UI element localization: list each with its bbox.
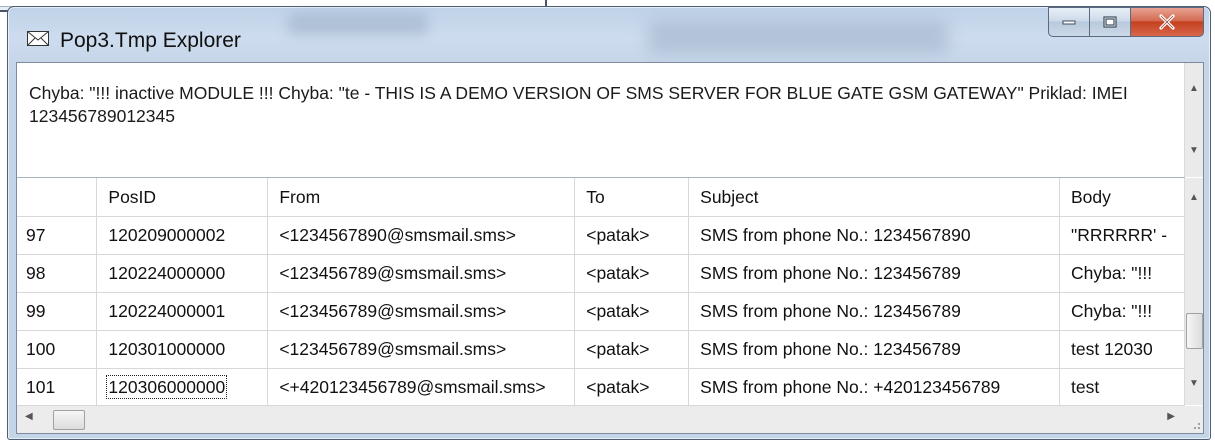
table-row-selected[interactable]: 101 120306000000 <+420123456789@smsmail.…	[17, 368, 1185, 405]
cell-from[interactable]: <+420123456789@smsmail.sms>	[267, 368, 576, 405]
table-row[interactable]: 100 120301000000 <123456789@smsmail.sms>…	[17, 330, 1185, 369]
scroll-down-arrow-icon[interactable]: ▼	[1185, 374, 1203, 392]
grid-header-row: PosID From To Subject Body	[17, 178, 1185, 217]
focused-cell-text: 120306000000	[106, 375, 228, 399]
envelope-icon	[27, 31, 49, 46]
cell-posid-focused[interactable]: 120306000000	[96, 368, 269, 405]
column-header-body[interactable]: Body	[1059, 178, 1185, 217]
row-number[interactable]: 98	[17, 254, 98, 293]
resize-grip-icon[interactable]	[1185, 406, 1203, 433]
cell-posid[interactable]: 120301000000	[96, 330, 269, 369]
messages-grid: PosID From To Subject Body 97 1202090000…	[17, 178, 1185, 405]
scroll-down-arrow-icon[interactable]: ▼	[1185, 141, 1203, 159]
horizontal-scroll-thumb[interactable]	[53, 410, 85, 430]
cell-from[interactable]: <123456789@smsmail.sms>	[267, 330, 576, 369]
cell-to[interactable]: <patak>	[574, 292, 690, 331]
scroll-up-arrow-icon[interactable]: ▲	[1185, 188, 1203, 206]
cell-subject[interactable]: SMS from phone No.: 123456789	[688, 254, 1060, 293]
cell-to[interactable]: <patak>	[574, 368, 690, 405]
message-text: Chyba: "!!! inactive MODULE !!! Chyba: "…	[29, 83, 1128, 126]
row-number[interactable]: 97	[17, 216, 98, 255]
cell-posid[interactable]: 120209000002	[96, 216, 269, 255]
explorer-window: Pop3.Tmp Explorer Chyba: "!!! inactive M…	[7, 6, 1211, 440]
column-header-to[interactable]: To	[574, 178, 690, 217]
cell-to[interactable]: <patak>	[574, 254, 690, 293]
cell-to[interactable]: <patak>	[574, 330, 690, 369]
cell-to[interactable]: <patak>	[574, 216, 690, 255]
table-row[interactable]: 99 120224000001 <123456789@smsmail.sms> …	[17, 292, 1185, 331]
scroll-up-arrow-icon[interactable]: ▲	[1185, 79, 1203, 97]
horizontal-scrollbar[interactable]: ◀ ▶	[17, 405, 1185, 433]
cell-posid[interactable]: 120224000000	[96, 254, 269, 293]
table-row[interactable]: 98 120224000000 <123456789@smsmail.sms> …	[17, 254, 1185, 293]
row-number[interactable]: 101	[17, 368, 98, 405]
vertical-scroll-thumb[interactable]	[1186, 313, 1203, 349]
maximize-icon	[1103, 16, 1117, 28]
minimize-icon	[1062, 20, 1076, 25]
client-area: Chyba: "!!! inactive MODULE !!! Chyba: "…	[16, 62, 1204, 434]
row-number[interactable]: 99	[17, 292, 98, 331]
cell-subject[interactable]: SMS from phone No.: +420123456789	[688, 368, 1060, 405]
title-bar[interactable]: Pop3.Tmp Explorer	[8, 7, 1210, 61]
scroll-left-arrow-icon[interactable]: ◀	[25, 411, 33, 422]
scroll-right-arrow-icon[interactable]: ▶	[1167, 411, 1175, 422]
close-icon	[1159, 14, 1175, 30]
row-number[interactable]: 100	[17, 330, 98, 369]
maximize-button[interactable]	[1090, 7, 1131, 37]
cell-posid[interactable]: 120224000001	[96, 292, 269, 331]
column-header-subject[interactable]: Subject	[688, 178, 1060, 217]
close-button[interactable]	[1131, 7, 1204, 37]
column-header-from[interactable]: From	[267, 178, 576, 217]
minimize-button[interactable]	[1048, 7, 1090, 37]
cell-from[interactable]: <123456789@smsmail.sms>	[267, 292, 576, 331]
cell-body[interactable]: Chyba: "!!!	[1059, 292, 1185, 331]
cell-body[interactable]: test	[1059, 368, 1185, 405]
message-text-box[interactable]: Chyba: "!!! inactive MODULE !!! Chyba: "…	[17, 63, 1185, 178]
text-vertical-scrollbar[interactable]: ▲ ▼	[1184, 63, 1203, 177]
cell-body[interactable]: test 12030	[1059, 330, 1185, 369]
cell-from[interactable]: <1234567890@smsmail.sms>	[267, 216, 576, 255]
cell-subject[interactable]: SMS from phone No.: 123456789	[688, 330, 1060, 369]
cell-subject[interactable]: SMS from phone No.: 123456789	[688, 292, 1060, 331]
column-header-rownum[interactable]	[17, 178, 98, 217]
window-title: Pop3.Tmp Explorer	[60, 29, 241, 52]
table-row[interactable]: 97 120209000002 <1234567890@smsmail.sms>…	[17, 216, 1185, 255]
cell-body[interactable]: "RRRRRR' -	[1059, 216, 1185, 255]
column-header-posid[interactable]: PosID	[96, 178, 269, 217]
cell-body[interactable]: Chyba: "!!!	[1059, 254, 1185, 293]
cell-subject[interactable]: SMS from phone No.: 1234567890	[688, 216, 1060, 255]
grid-vertical-scrollbar[interactable]: ▲ ▼	[1184, 178, 1203, 405]
cell-from[interactable]: <123456789@smsmail.sms>	[267, 254, 576, 293]
